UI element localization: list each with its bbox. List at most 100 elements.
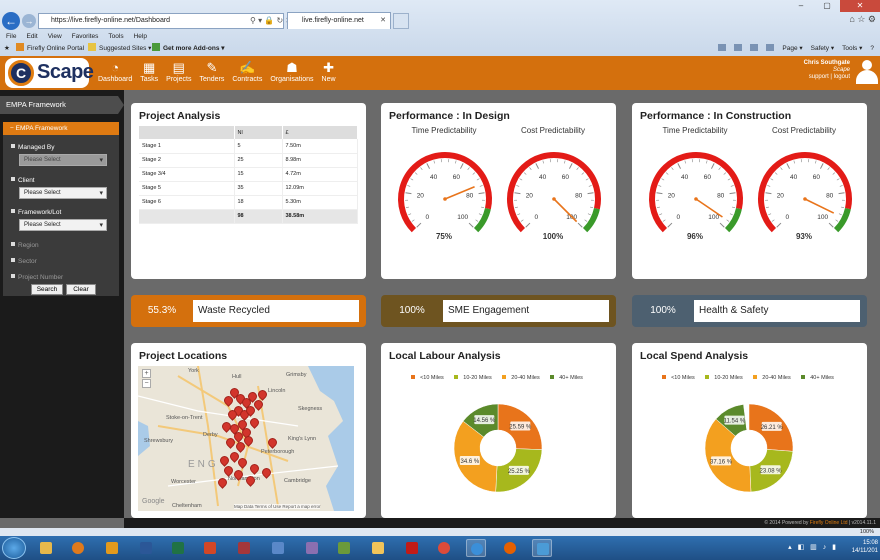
minimize-icon[interactable]: –: [788, 0, 814, 12]
maximize-icon[interactable]: ▢: [814, 0, 840, 12]
help-icon[interactable]: ?: [870, 42, 874, 56]
taskbar-access-icon[interactable]: [234, 539, 254, 557]
back-arrow-icon[interactable]: ←: [2, 12, 20, 30]
filter-panel-header[interactable]: − EMPA Framework: [3, 122, 119, 135]
taskbar-app-icon[interactable]: [268, 539, 288, 557]
taskbar-app2-icon[interactable]: [334, 539, 354, 557]
menu-favorites[interactable]: Favorites: [72, 31, 99, 42]
project-map[interactable]: Hull York Grimsby Lincoln Skegness King'…: [138, 366, 354, 511]
menu-help[interactable]: Help: [134, 31, 147, 42]
gauge-tick: [770, 178, 774, 181]
tools-menu[interactable]: Tools ▾: [842, 42, 862, 56]
region-filter[interactable]: Region: [11, 242, 39, 249]
safety-menu[interactable]: Safety ▾: [811, 42, 835, 56]
fav-suggested-sites[interactable]: Suggested Sites ▾: [88, 42, 151, 56]
print-icon[interactable]: [766, 42, 775, 56]
addons-icon: [152, 43, 160, 51]
address-bar[interactable]: https://live.firefly-online.net/Dashboar…: [38, 13, 284, 29]
browser-tab[interactable]: live.firefly-online.net ✕: [287, 12, 391, 29]
menu-edit[interactable]: Edit: [26, 31, 37, 42]
taskbar-chrome-icon[interactable]: [434, 539, 454, 557]
nav-new[interactable]: ✚ New: [318, 60, 340, 88]
gauge-tick: [514, 206, 518, 209]
page-menu[interactable]: Page ▾: [782, 42, 802, 56]
firefly-favicon-icon: [16, 43, 24, 51]
scape-logo[interactable]: C Scape: [5, 58, 94, 88]
window-controls: – ▢ ✕: [788, 0, 880, 12]
feeds-icon[interactable]: [734, 42, 743, 56]
sector-filter[interactable]: Sector: [11, 258, 37, 265]
taskbar-word-icon[interactable]: [136, 539, 156, 557]
gauge-tick-label: 60: [453, 174, 461, 181]
clear-button[interactable]: Clear: [66, 284, 96, 295]
gauge-tick: [516, 185, 520, 187]
start-button[interactable]: [2, 537, 26, 559]
menu-tools[interactable]: Tools: [108, 31, 123, 42]
taskbar-lync-icon[interactable]: [532, 539, 552, 557]
taskbar-powerpoint-icon[interactable]: [200, 539, 220, 557]
map-zoom-in-button[interactable]: +: [142, 369, 151, 378]
managed-by-select[interactable]: Please Select: [19, 154, 107, 166]
taskbar-pdf-icon[interactable]: [402, 539, 422, 557]
gauge-tick: [727, 178, 731, 181]
gauge-tick: [828, 222, 834, 228]
home-icon[interactable]: [718, 42, 727, 56]
close-window-icon[interactable]: ✕: [840, 0, 880, 12]
framework-title[interactable]: EMPA Framework: [0, 96, 118, 114]
spend-analysis-title: Local Spend Analysis: [640, 350, 749, 362]
legend-item: 20-40 Miles: [753, 375, 793, 381]
user-links[interactable]: support | logout: [804, 74, 850, 81]
footer-company-link[interactable]: Firefly Online Ltd: [810, 520, 848, 526]
gauge-tick: [684, 160, 686, 164]
forward-arrow-icon[interactable]: →: [22, 14, 36, 28]
map-attribution[interactable]: Map Data Terms of Use Report a map error: [234, 504, 321, 509]
map-label-grimsby: Grimsby: [286, 372, 307, 378]
taskbar-explorer-icon[interactable]: [36, 539, 56, 557]
home-favorites-settings-icons[interactable]: ⌂ ☆ ⚙: [849, 14, 876, 25]
menu-view[interactable]: View: [48, 31, 62, 42]
gauge-tick: [587, 192, 594, 195]
nav-tenders[interactable]: ✎ Tenders: [195, 60, 228, 88]
taskbar-outlook-icon[interactable]: [102, 539, 122, 557]
taskbar-excel-icon[interactable]: [168, 539, 188, 557]
nav-dashboard[interactable]: ◔ Dashboard: [94, 60, 136, 88]
donut-label: 23.08 %: [760, 465, 782, 475]
fav-get-addons[interactable]: Get more Add-ons ▾: [152, 42, 225, 56]
mail-icon[interactable]: [750, 42, 759, 56]
search-button[interactable]: Search: [31, 284, 63, 295]
organisations-icon: ☗: [286, 60, 298, 75]
close-tab-icon[interactable]: ✕: [380, 13, 386, 29]
taskbar-firefox-icon[interactable]: [500, 539, 520, 557]
map-label-peterborough: Peterborough: [261, 449, 295, 455]
favorites-star-icon[interactable]: ★: [4, 42, 10, 56]
gauge-tick-label: 60: [704, 174, 712, 181]
fav-firefly-portal[interactable]: Firefly Online Portal: [16, 42, 84, 56]
taskbar-ie-icon[interactable]: [466, 539, 486, 557]
gauge-tick-label: 20: [417, 193, 425, 200]
new-tab-button[interactable]: [393, 13, 409, 29]
nav-contracts[interactable]: ✍ Contracts: [228, 60, 266, 88]
gauge-tick: [405, 192, 412, 195]
address-tools-icons[interactable]: ⚲ ▾ 🔒 ↻ ✕: [250, 13, 292, 29]
nav-tasks[interactable]: ▦ Tasks: [136, 60, 162, 88]
gauge-tick: [656, 206, 660, 209]
nav-projects[interactable]: ▤ Projects: [162, 60, 195, 88]
gauge-tick: [459, 163, 464, 169]
taskbar-tool-icon[interactable]: [302, 539, 322, 557]
taskbar-media-icon[interactable]: [68, 539, 88, 557]
waste-recycled-strip: 55.3% Waste Recycled: [131, 295, 366, 327]
user-avatar-icon[interactable]: [856, 60, 878, 84]
client-select[interactable]: Please Select: [19, 187, 107, 199]
project-locations-title: Project Locations: [139, 350, 228, 362]
framework-lot-select[interactable]: Please Select: [19, 219, 107, 231]
gauge-tick: [588, 185, 592, 187]
nav-organisations[interactable]: ☗ Organisations: [266, 60, 317, 88]
menu-file[interactable]: File: [6, 31, 16, 42]
system-tray-icons[interactable]: ▴ ◧ ▥ ♪ ▮: [788, 543, 838, 551]
project-number-filter[interactable]: Project Number: [11, 274, 63, 281]
taskbar-folder-icon[interactable]: [368, 539, 388, 557]
map-zoom-out-button[interactable]: −: [142, 379, 151, 388]
zoom-level[interactable]: 100%: [860, 529, 874, 535]
map-label-kings-lynn: King's Lynn: [288, 436, 317, 442]
system-clock[interactable]: 15:08 14/11/201: [852, 539, 878, 555]
